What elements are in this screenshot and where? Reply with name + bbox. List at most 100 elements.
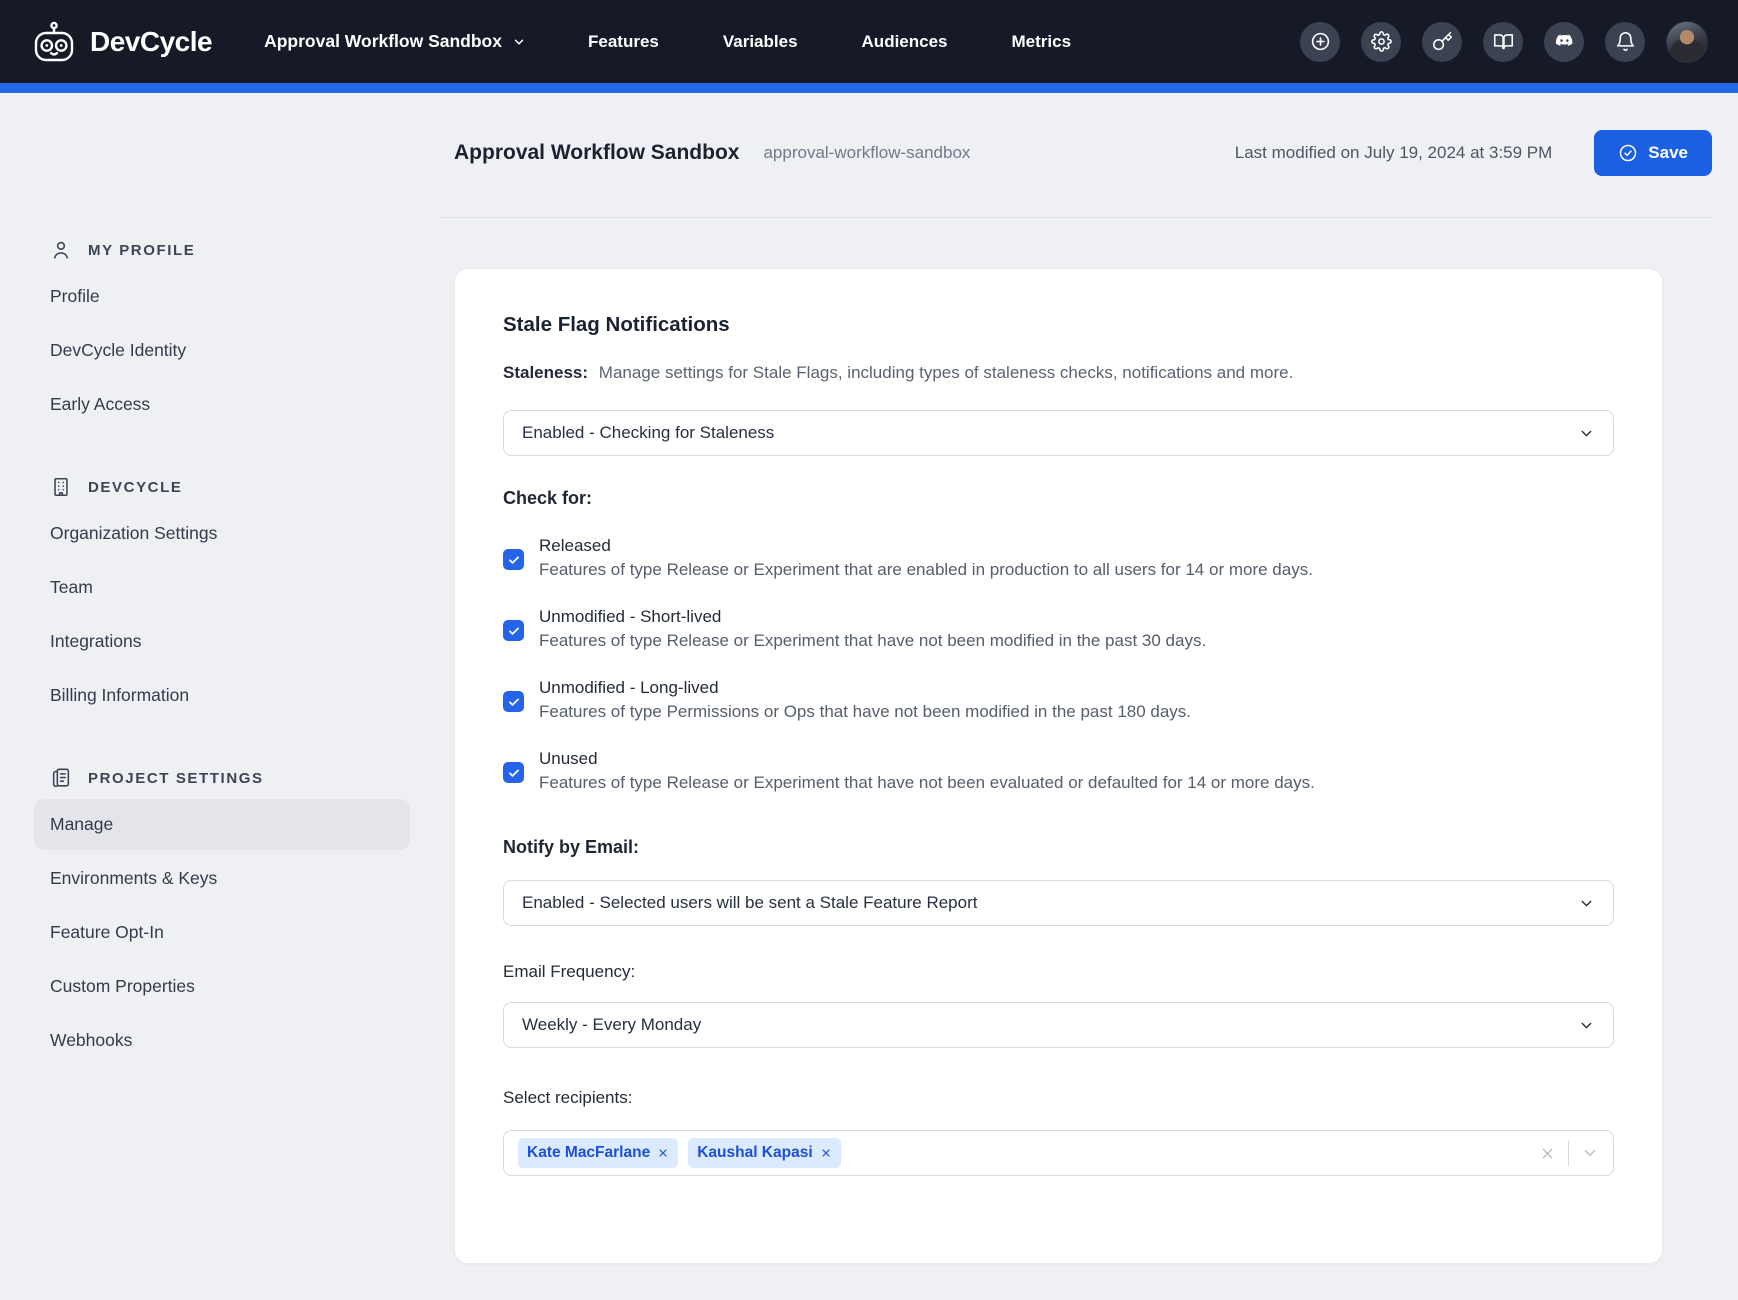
sidebar-item-team[interactable]: Team <box>34 562 410 613</box>
multiselect-controls <box>1539 1140 1599 1166</box>
sidebar-section-project-settings: PROJECT SETTINGSManageEnvironments & Key… <box>50 763 410 1066</box>
check-for-label: Check for: <box>503 488 1614 509</box>
notifications-button[interactable] <box>1605 22 1645 62</box>
nav-link-metrics[interactable]: Metrics <box>1012 32 1072 52</box>
sidebar-item-feature-opt-in[interactable]: Feature Opt-In <box>34 907 410 958</box>
sidebar-section-label: PROJECT SETTINGS <box>88 770 264 787</box>
nav-link-variables[interactable]: Variables <box>723 32 798 52</box>
add-button[interactable] <box>1300 22 1340 62</box>
settings-sidebar: MY PROFILE ProfileDevCycle IdentityEarly … <box>0 93 440 1300</box>
email-frequency-label: Email Frequency: <box>503 962 1614 982</box>
check-icon <box>507 766 521 780</box>
close-icon <box>1539 1145 1556 1162</box>
chevron-down-icon <box>1578 425 1595 442</box>
recipient-name: Kate MacFarlane <box>527 1144 650 1162</box>
check-label: Released <box>539 536 1313 556</box>
sidebar-item-integrations[interactable]: Integrations <box>34 616 410 667</box>
check-description: Features of type Release or Experiment t… <box>539 560 1313 580</box>
close-icon <box>820 1147 832 1159</box>
nav-link-features[interactable]: Features <box>588 32 659 52</box>
page-header: Approval Workflow Sandbox approval-workf… <box>440 93 1712 218</box>
notify-select-value: Enabled - Selected users will be sent a … <box>522 893 1578 913</box>
settings-button[interactable] <box>1361 22 1401 62</box>
staleness-select[interactable]: Enabled - Checking for Staleness <box>503 410 1614 456</box>
project-selector-dropdown[interactable]: Approval Workflow Sandbox <box>264 31 526 52</box>
check-text-block: Unmodified - Long-lived Features of type … <box>539 678 1191 722</box>
recipient-tag-kaushal-kapasi: Kaushal Kapasi <box>688 1138 840 1168</box>
remove-recipient-button[interactable] <box>657 1147 669 1159</box>
project-selector-label: Approval Workflow Sandbox <box>264 31 502 52</box>
check-text-block: UnusedFeatures of type Release or Experi… <box>539 749 1315 793</box>
sidebar-section-label: MY PROFILE <box>88 242 195 259</box>
checkbox-released[interactable] <box>503 549 524 570</box>
user-avatar[interactable] <box>1666 21 1708 63</box>
clear-recipients-button[interactable] <box>1539 1145 1556 1162</box>
docs-button[interactable] <box>1483 22 1523 62</box>
check-label: Unmodified - Long-lived <box>539 678 1191 698</box>
notify-by-email-label: Notify by Email: <box>503 837 1614 858</box>
checkbox-unmodified-short-lived[interactable] <box>503 620 524 641</box>
staleness-desc-text: Manage settings for Stale Flags, includi… <box>599 363 1294 382</box>
check-row-unmodified-long-lived: Unmodified - Long-lived Features of type … <box>503 678 1614 722</box>
nav-link-audiences[interactable]: Audiences <box>862 32 948 52</box>
sidebar-item-custom-properties[interactable]: Custom Properties <box>34 961 410 1012</box>
discord-button[interactable] <box>1544 22 1584 62</box>
check-icon <box>507 695 521 709</box>
sidebar-item-billing-information[interactable]: Billing Information <box>34 670 410 721</box>
check-row-unmodified-short-lived: Unmodified - Short-livedFeatures of type… <box>503 607 1614 651</box>
check-icon <box>507 624 521 638</box>
check-label: Unmodified - Short-lived <box>539 607 1206 627</box>
email-frequency-select[interactable]: Weekly - Every Monday <box>503 1002 1614 1048</box>
staleness-select-value: Enabled - Checking for Staleness <box>522 423 1578 443</box>
remove-recipient-button[interactable] <box>820 1147 832 1159</box>
check-description: Features of type Release or Experiment t… <box>539 773 1315 793</box>
staleness-check-list: Released Features of type Release or Expe… <box>503 536 1614 793</box>
brand-name: DevCycle <box>90 26 212 58</box>
sidebar-item-devcycle-identity[interactable]: DevCycle Identity <box>34 325 410 376</box>
devcycle-logo[interactable]: DevCycle <box>30 21 212 63</box>
checkbox-unused[interactable] <box>503 762 524 783</box>
sidebar-section-header: MY PROFILE <box>50 235 410 271</box>
accent-bar <box>0 83 1738 93</box>
save-button-label: Save <box>1648 143 1688 163</box>
sidebar-item-environments-keys[interactable]: Environments & Keys <box>34 853 410 904</box>
user-icon <box>50 239 72 261</box>
recipient-tag-list: Kate MacFarlane Kaushal Kapasi <box>518 1138 841 1168</box>
check-text-block: Unmodified - Short-livedFeatures of type… <box>539 607 1206 651</box>
page-title: Approval Workflow Sandbox <box>454 141 739 165</box>
top-navigation: DevCycle Approval Workflow Sandbox Featu… <box>0 0 1738 83</box>
docs-icon <box>1493 31 1514 52</box>
save-button[interactable]: Save <box>1594 130 1712 176</box>
recipient-tag-kate-macfarlane: Kate MacFarlane <box>518 1138 678 1168</box>
sidebar-item-manage[interactable]: Manage <box>34 799 410 850</box>
staleness-description: Staleness: Manage settings for Stale Fla… <box>503 363 1614 383</box>
check-icon <box>507 553 521 567</box>
sidebar-item-early-access[interactable]: Early Access <box>34 379 410 430</box>
notify-by-email-select[interactable]: Enabled - Selected users will be sent a … <box>503 880 1614 926</box>
chevron-down-icon <box>1578 1017 1595 1034</box>
sidebar-section-header: PROJECT SETTINGS <box>50 763 410 799</box>
recipients-multiselect[interactable]: Kate MacFarlane Kaushal Kapasi <box>503 1130 1614 1176</box>
last-modified-text: Last modified on July 19, 2024 at 3:59 P… <box>1235 143 1553 163</box>
check-description: Features of type Permissions or Ops that… <box>539 702 1191 722</box>
sidebar-section-my-profile: MY PROFILEProfileDevCycle IdentityEarly … <box>50 235 410 430</box>
topnav-links: Features Variables Audiences Metrics <box>588 32 1071 52</box>
key-icon <box>1432 31 1453 52</box>
page-slug: approval-workflow-sandbox <box>763 143 970 163</box>
check-row-unused: UnusedFeatures of type Release or Experi… <box>503 749 1614 793</box>
check-text-block: Released Features of type Release or Expe… <box>539 536 1313 580</box>
select-recipients-label: Select recipients: <box>503 1088 1614 1108</box>
close-icon <box>657 1147 669 1159</box>
topnav-icon-buttons <box>1300 21 1708 63</box>
sidebar-section-header: DEVCYCLE <box>50 472 410 508</box>
sidebar-item-organization-settings[interactable]: Organization Settings <box>34 508 410 559</box>
sidebar-item-webhooks[interactable]: Webhooks <box>34 1015 410 1066</box>
chevron-down-icon <box>1581 1144 1599 1162</box>
chevron-down-icon <box>512 35 526 49</box>
building-icon <box>50 476 72 498</box>
recipients-dropdown-toggle[interactable] <box>1581 1144 1599 1162</box>
checkbox-unmodified-long-lived[interactable] <box>503 691 524 712</box>
frequency-select-value: Weekly - Every Monday <box>522 1015 1578 1035</box>
key-button[interactable] <box>1422 22 1462 62</box>
sidebar-item-profile[interactable]: Profile <box>34 271 410 322</box>
